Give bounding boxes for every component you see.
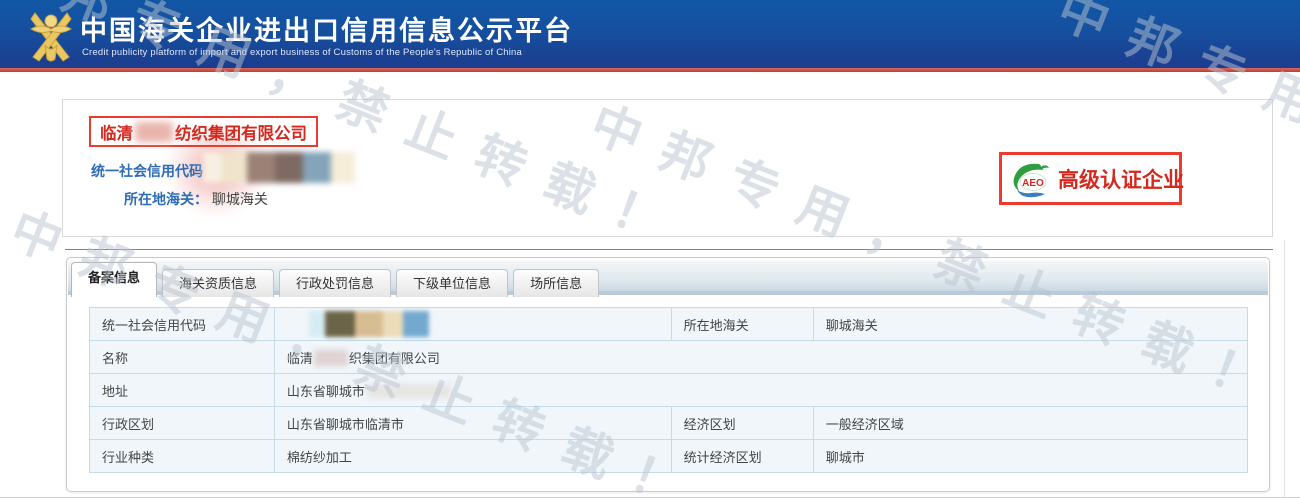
tab-administrative-penalty-info[interactable]: 行政处罚信息: [279, 269, 391, 297]
cell-address-label: 地址: [90, 374, 275, 407]
right-edge-line: [1284, 240, 1285, 498]
cell-customs-value: 聊城海关: [813, 308, 1247, 341]
name-redacted-segment: [314, 350, 348, 366]
cell-name-label: 名称: [90, 341, 275, 374]
company-summary-card: 临清 纺织集团有限公司 统一社会信用代码 所在地海关： 聊城海关 AEO 高级认…: [62, 99, 1273, 237]
cell-economic-zone-value: 一般经济区域: [813, 407, 1247, 440]
address-redacted-segment: [367, 384, 451, 398]
svg-text:AEO: AEO: [1022, 178, 1044, 189]
tab-subordinate-unit-info[interactable]: 下级单位信息: [396, 269, 508, 297]
cell-name-value: 临清 织集团有限公司: [274, 341, 1247, 374]
tab-registration-info[interactable]: 备案信息: [71, 262, 157, 297]
aeo-logo-icon: AEO: [1009, 160, 1053, 198]
registration-detail-table: 统一社会信用代码 所在地海关 聊城海关 名称 临清 织集团有限公司 地址 山东省聊…: [89, 307, 1248, 473]
cell-industry-value: 棉纺纱加工: [274, 440, 671, 473]
cell-economic-zone-label: 经济区划: [671, 407, 813, 440]
credit-code-line: 统一社会信用代码: [91, 161, 203, 181]
tab-bar: 备案信息 海关资质信息 行政处罚信息 下级单位信息 场所信息: [71, 262, 599, 297]
company-name-prefix: 临清: [100, 120, 133, 144]
site-header: 中国海关企业进出口信用信息公示平台 Credit publicity platf…: [0, 0, 1300, 68]
company-name-suffix: 纺织集团有限公司: [175, 120, 307, 144]
address-value: 山东省聊城市: [287, 384, 365, 399]
customs-emblem-icon: [25, 7, 77, 63]
cell-admin-division-label: 行政区划: [90, 407, 275, 440]
company-name-highlight-box: 临清 纺织集团有限公司: [89, 116, 318, 147]
table-row: 名称 临清 织集团有限公司: [90, 341, 1248, 374]
cell-industry-label: 行业种类: [90, 440, 275, 473]
credit-code-redacted-value: [309, 311, 429, 337]
aeo-badge-highlight-box: AEO 高级认证企业: [999, 152, 1182, 205]
table-row: 统一社会信用代码 所在地海关 聊城海关: [90, 308, 1248, 341]
table-row: 地址 山东省聊城市: [90, 374, 1248, 407]
name-value-prefix: 临清: [287, 351, 313, 366]
table-row: 行政区划 山东省聊城市临清市 经济区划 一般经济区域: [90, 407, 1248, 440]
cell-admin-division-value: 山东省聊城市临清市: [274, 407, 671, 440]
bottom-edge-line: [0, 497, 1300, 498]
section-divider: [65, 249, 1273, 250]
page-subtitle: Credit publicity platform of import and …: [82, 47, 522, 58]
tab-customs-qualification-info[interactable]: 海关资质信息: [162, 269, 274, 297]
cell-stat-economic-zone-label: 统计经济区划: [671, 440, 813, 473]
credit-code-label: 统一社会信用代码: [91, 163, 203, 179]
page: 中国海关企业进出口信用信息公示平台 Credit publicity platf…: [0, 0, 1300, 500]
header-accent-bar: [0, 68, 1300, 72]
cell-address-value: 山东省聊城市: [274, 374, 1247, 407]
page-title: 中国海关企业进出口信用信息公示平台: [80, 9, 573, 48]
name-value-suffix: 织集团有限公司: [349, 351, 440, 366]
customs-label: 所在地海关：: [124, 191, 208, 207]
cell-stat-economic-zone-value: 聊城市: [813, 440, 1247, 473]
customs-value: 聊城海关: [212, 191, 268, 207]
cell-credit-code-label: 统一社会信用代码: [90, 308, 275, 341]
aeo-badge-label: 高级认证企业: [1058, 164, 1184, 194]
cell-credit-code-value: [274, 308, 671, 341]
table-row: 行业种类 棉纺纱加工 统计经济区划 聊城市: [90, 440, 1248, 473]
company-name-redacted-segment: [135, 122, 173, 142]
credit-code-redacted-value: [203, 152, 355, 183]
tab-premises-info[interactable]: 场所信息: [513, 269, 599, 297]
cell-customs-label: 所在地海关: [671, 308, 813, 341]
customs-line: 所在地海关： 聊城海关: [124, 189, 268, 209]
detail-card: 备案信息 海关资质信息 行政处罚信息 下级单位信息 场所信息 统一社会信用代码 …: [66, 257, 1270, 492]
